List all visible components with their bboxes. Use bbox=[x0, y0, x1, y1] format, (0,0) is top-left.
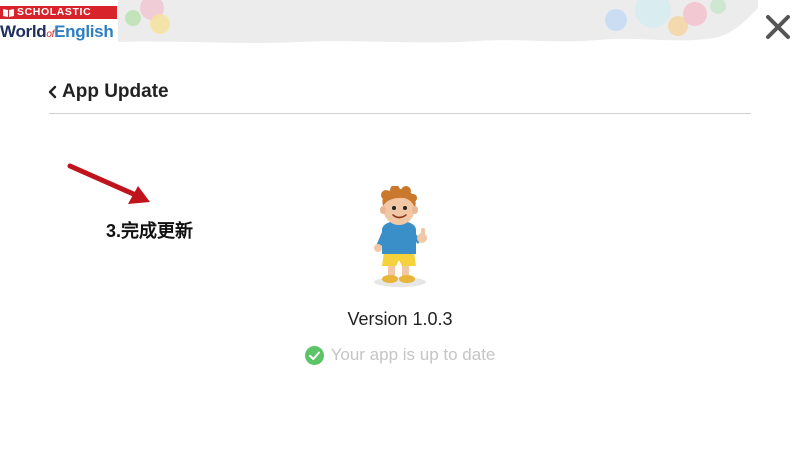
book-icon bbox=[3, 9, 14, 17]
logo-scholastic-bar: SCHOLASTIC bbox=[0, 6, 117, 19]
logo-scholastic-text: SCHOLASTIC bbox=[17, 6, 92, 18]
logo-world-text: World bbox=[0, 22, 47, 41]
back-button[interactable]: App Update bbox=[48, 81, 169, 103]
boy-mascot-icon bbox=[374, 186, 427, 287]
chevron-left-icon bbox=[48, 85, 57, 99]
header-divider bbox=[49, 113, 751, 114]
version-label: Version 1.0.3 bbox=[347, 309, 453, 329]
logo-english-text: English bbox=[54, 22, 114, 41]
header-banner bbox=[118, 0, 758, 46]
status-text: Your app is up to date bbox=[330, 345, 496, 364]
close-button[interactable] bbox=[763, 12, 793, 42]
nav-bar: App Update bbox=[48, 80, 169, 104]
update-status: Your app is up to date bbox=[0, 345, 800, 365]
annotation-arrow-icon bbox=[67, 163, 150, 204]
logo-world-of-english: WorldofEnglish bbox=[0, 21, 114, 43]
header-bubbles-graphic bbox=[118, 0, 758, 43]
scholastic-logo: SCHOLASTIC WorldofEnglish bbox=[0, 6, 118, 44]
page-title: App Update bbox=[62, 81, 169, 102]
annotation-text: 3.完成更新 bbox=[106, 221, 194, 241]
close-icon bbox=[766, 15, 790, 39]
logo-of-text: of bbox=[46, 29, 55, 40]
check-circle-icon bbox=[304, 345, 324, 365]
